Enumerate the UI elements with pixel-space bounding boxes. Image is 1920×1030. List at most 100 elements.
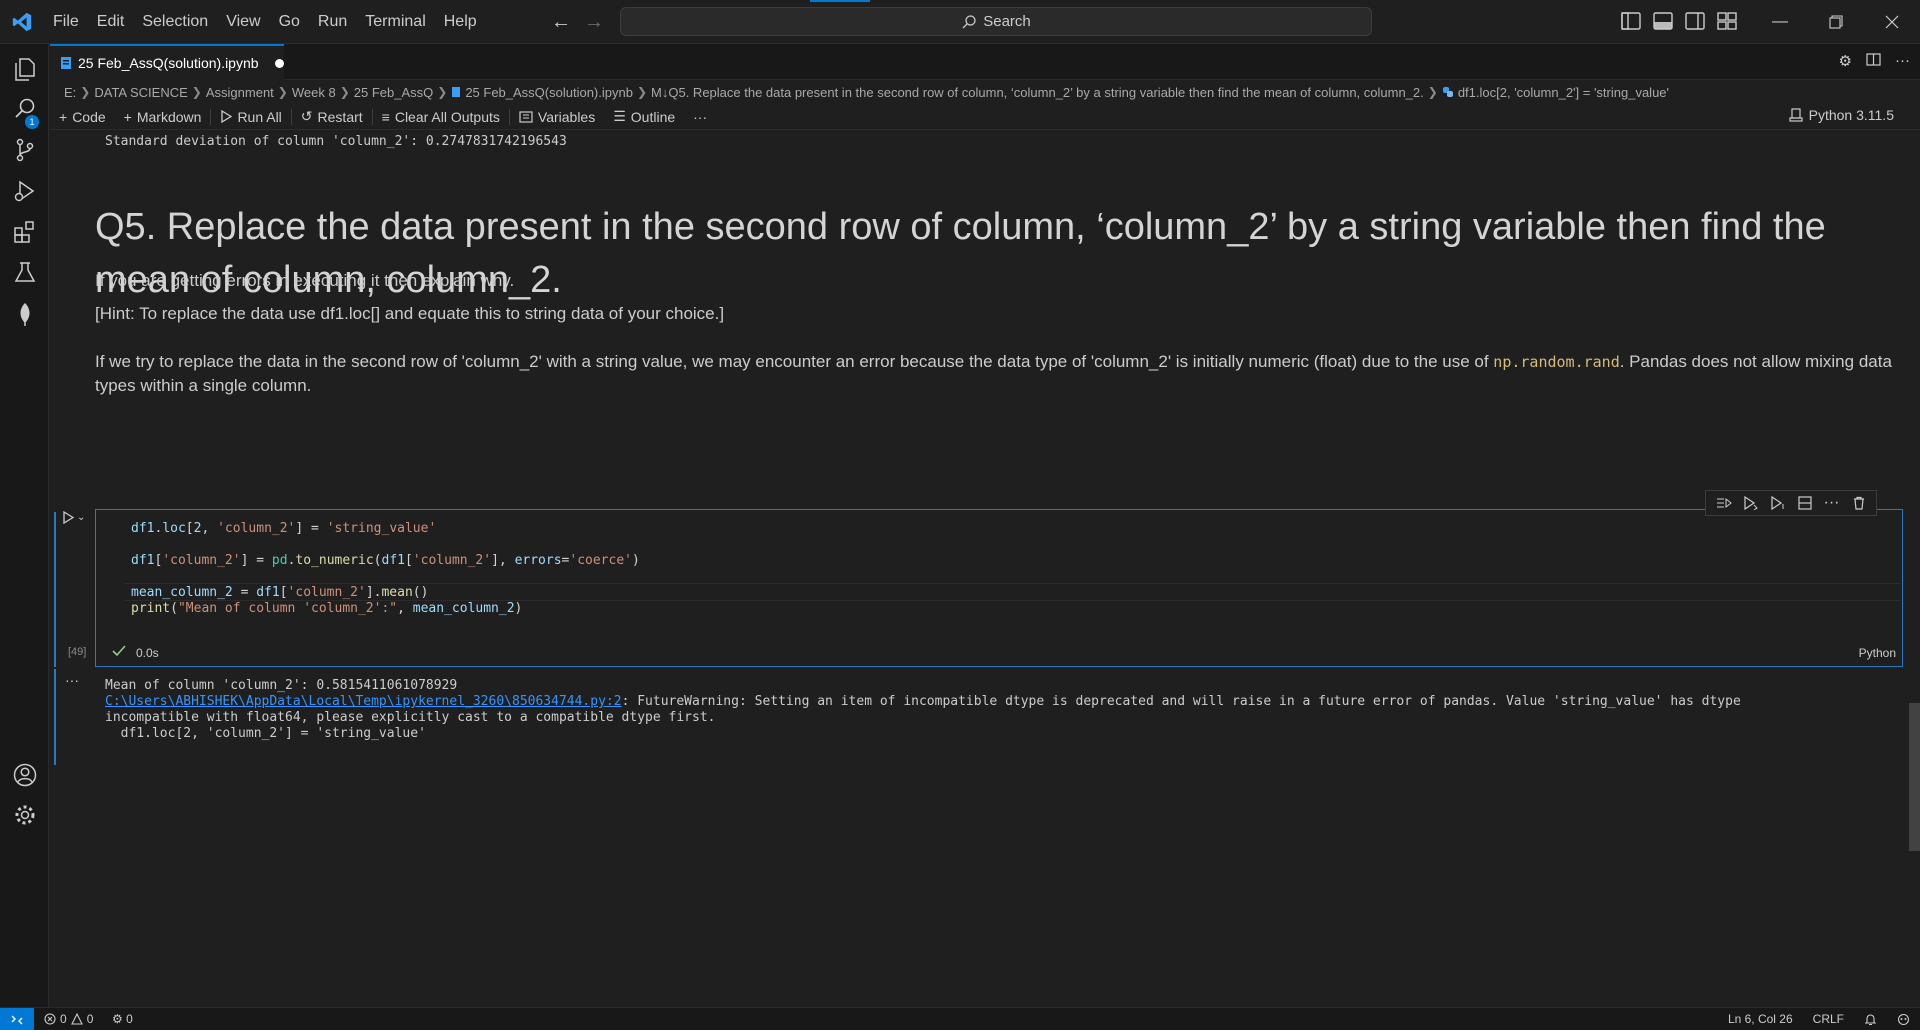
run-all-label: Run All — [237, 108, 282, 125]
menu-go[interactable]: Go — [270, 0, 309, 44]
code-cell[interactable]: df1.loc[2, 'column_2'] = 'string_value' … — [68, 509, 1903, 667]
more-cell-actions-icon[interactable]: ··· — [1822, 493, 1842, 513]
breadcrumb-item[interactable]: M↓Q5. Replace the data present in the se… — [651, 85, 1424, 100]
close-icon[interactable] — [1864, 0, 1920, 44]
run-and-debug-icon[interactable] — [12, 178, 38, 204]
problems-indicator[interactable]: 0 0 — [44, 1012, 93, 1026]
restore-icon[interactable] — [1808, 0, 1864, 44]
notebook-settings-gear-icon[interactable]: ⚙ — [1839, 52, 1852, 71]
minimize-icon[interactable]: — — [1752, 0, 1808, 44]
add-markdown-cell-button[interactable]: + Markdown — [115, 104, 211, 130]
ports-indicator[interactable]: ⚙ 0 — [112, 1012, 133, 1026]
clear-all-outputs-button[interactable]: ≡ Clear All Outputs — [373, 104, 509, 130]
run-next-icon[interactable] — [1741, 493, 1761, 513]
search-icon[interactable] — [12, 96, 38, 122]
chevron-down-icon[interactable]: ⌄ — [77, 512, 85, 523]
output-actions-icon[interactable]: ··· — [65, 672, 79, 688]
restart-kernel-button[interactable]: ↺ Restart — [292, 104, 372, 130]
notebook-file-icon — [452, 87, 461, 97]
manage-gear-icon[interactable] — [12, 802, 38, 828]
run-below-icon[interactable] — [1768, 493, 1788, 513]
breadcrumb-item[interactable]: Assignment — [206, 85, 274, 100]
command-center-search[interactable]: Search — [620, 7, 1372, 36]
cell-language[interactable]: Python — [1859, 646, 1896, 660]
status-bar: 0 0 ⚙ 0 Ln 6, Col 26 CRLF — [0, 1007, 1920, 1030]
clear-all-label: Clear All Outputs — [394, 108, 500, 125]
editor-tab-active[interactable]: 25 Feb_AssQ(solution).ipynb — [50, 44, 284, 80]
warning-count: 0 — [86, 1012, 94, 1026]
success-check-icon — [112, 645, 126, 657]
run-above-icon[interactable] — [1714, 493, 1734, 513]
warning-icon — [70, 1013, 83, 1025]
customize-layout-icon[interactable] — [1716, 10, 1738, 32]
mongodb-leaf-icon[interactable] — [12, 301, 38, 327]
toggle-secondary-sidebar-icon[interactable] — [1684, 10, 1706, 32]
toggle-primary-sidebar-icon[interactable] — [1620, 10, 1642, 32]
notebook-editor: Standard deviation of column 'column_2':… — [50, 131, 1920, 1007]
window-controls: — — [1752, 0, 1920, 44]
plus-icon: + — [123, 108, 132, 125]
split-editor-icon[interactable] — [1866, 52, 1881, 71]
copilot-status-icon[interactable] — [1897, 1013, 1910, 1026]
traceback-file-link[interactable]: C:\Users\ABHISHEK\AppData\Local\Temp\ipy… — [105, 694, 622, 709]
delete-cell-trash-icon[interactable] — [1849, 493, 1869, 513]
back-arrow-icon[interactable]: ← — [549, 10, 573, 34]
output-line: df1.loc[2, 'column_2'] = 'string_value' — [105, 726, 426, 741]
split-cell-icon[interactable] — [1795, 493, 1815, 513]
menu-file[interactable]: File — [44, 0, 88, 44]
notifications-bell-icon[interactable] — [1864, 1013, 1877, 1026]
play-icon — [63, 511, 74, 524]
forward-arrow-icon[interactable]: → — [582, 10, 606, 34]
restart-icon: ↺ — [300, 108, 313, 124]
execute-cell-button[interactable]: ⌄ — [62, 511, 85, 524]
paragraph-text: If we try to replace the data in the sec… — [95, 352, 1494, 371]
markdown-paragraph: If we try to replace the data in the sec… — [95, 350, 1915, 397]
variables-button[interactable]: Variables — [510, 104, 604, 130]
menu-terminal[interactable]: Terminal — [356, 0, 434, 44]
run-all-button[interactable]: Run All — [211, 104, 290, 130]
cell-output: Mean of column 'column_2': 0.58154110610… — [105, 678, 1741, 742]
line-ending[interactable]: CRLF — [1813, 1012, 1844, 1026]
menu-edit[interactable]: Edit — [88, 0, 134, 44]
menu-view[interactable]: View — [217, 0, 269, 44]
execution-time: 0.0s — [136, 646, 159, 660]
plus-icon: + — [59, 108, 68, 125]
breadcrumb-item[interactable]: 25 Feb_AssQ — [354, 85, 434, 100]
add-code-cell-button[interactable]: + Code — [50, 104, 115, 130]
source-control-icon[interactable] — [12, 137, 38, 163]
breadcrumb-item[interactable]: E: — [64, 85, 76, 100]
menu-help[interactable]: Help — [435, 0, 486, 44]
code-editor[interactable]: df1.loc[2, 'column_2'] = 'string_value' … — [97, 511, 1901, 639]
menu-selection[interactable]: Selection — [133, 0, 217, 44]
search-label: Search — [983, 13, 1031, 30]
explorer-icon[interactable] — [12, 56, 38, 82]
outline-label: Outline — [630, 108, 676, 125]
kernel-icon — [1789, 108, 1803, 122]
testing-flask-icon[interactable] — [12, 260, 38, 286]
toolbar-more-button[interactable]: ··· — [684, 104, 716, 130]
code-line: print("Mean of column 'column_2':", mean… — [131, 601, 523, 616]
cell-focus-indicator — [54, 512, 56, 667]
add-markdown-label: Markdown — [136, 108, 202, 125]
breadcrumb-item[interactable]: df1.loc[2, 'column_2'] = 'string_value' — [1458, 85, 1669, 100]
variables-icon — [519, 110, 533, 123]
markdown-paragraph: If you are getting errors in executing i… — [95, 271, 515, 290]
search-icon — [962, 14, 976, 28]
extensions-icon[interactable] — [12, 219, 38, 245]
scrollbar-thumb[interactable] — [1909, 703, 1920, 851]
breadcrumb-item[interactable]: Week 8 — [292, 85, 336, 100]
remote-indicator-icon[interactable] — [0, 1008, 34, 1030]
unsaved-dot-icon[interactable] — [274, 58, 284, 68]
outline-button[interactable]: ☰ Outline — [604, 104, 684, 130]
kernel-picker[interactable]: Python 3.11.5 — [1789, 107, 1894, 123]
breadcrumb-item[interactable]: 25 Feb_AssQ(solution).ipynb — [465, 85, 633, 100]
account-icon[interactable] — [12, 762, 38, 788]
editor-tab-strip: 25 Feb_AssQ(solution).ipynb ⚙ ··· — [50, 44, 1920, 80]
output-line: incompatible with float64, please explic… — [105, 710, 716, 725]
menu-run[interactable]: Run — [309, 0, 356, 44]
breadcrumb-item[interactable]: DATA SCIENCE — [94, 85, 187, 100]
toggle-panel-icon[interactable] — [1652, 10, 1674, 32]
chevron-right-icon: ❯ — [339, 85, 350, 99]
cursor-position[interactable]: Ln 6, Col 26 — [1728, 1012, 1793, 1026]
more-actions-icon[interactable]: ··· — [1895, 52, 1910, 71]
